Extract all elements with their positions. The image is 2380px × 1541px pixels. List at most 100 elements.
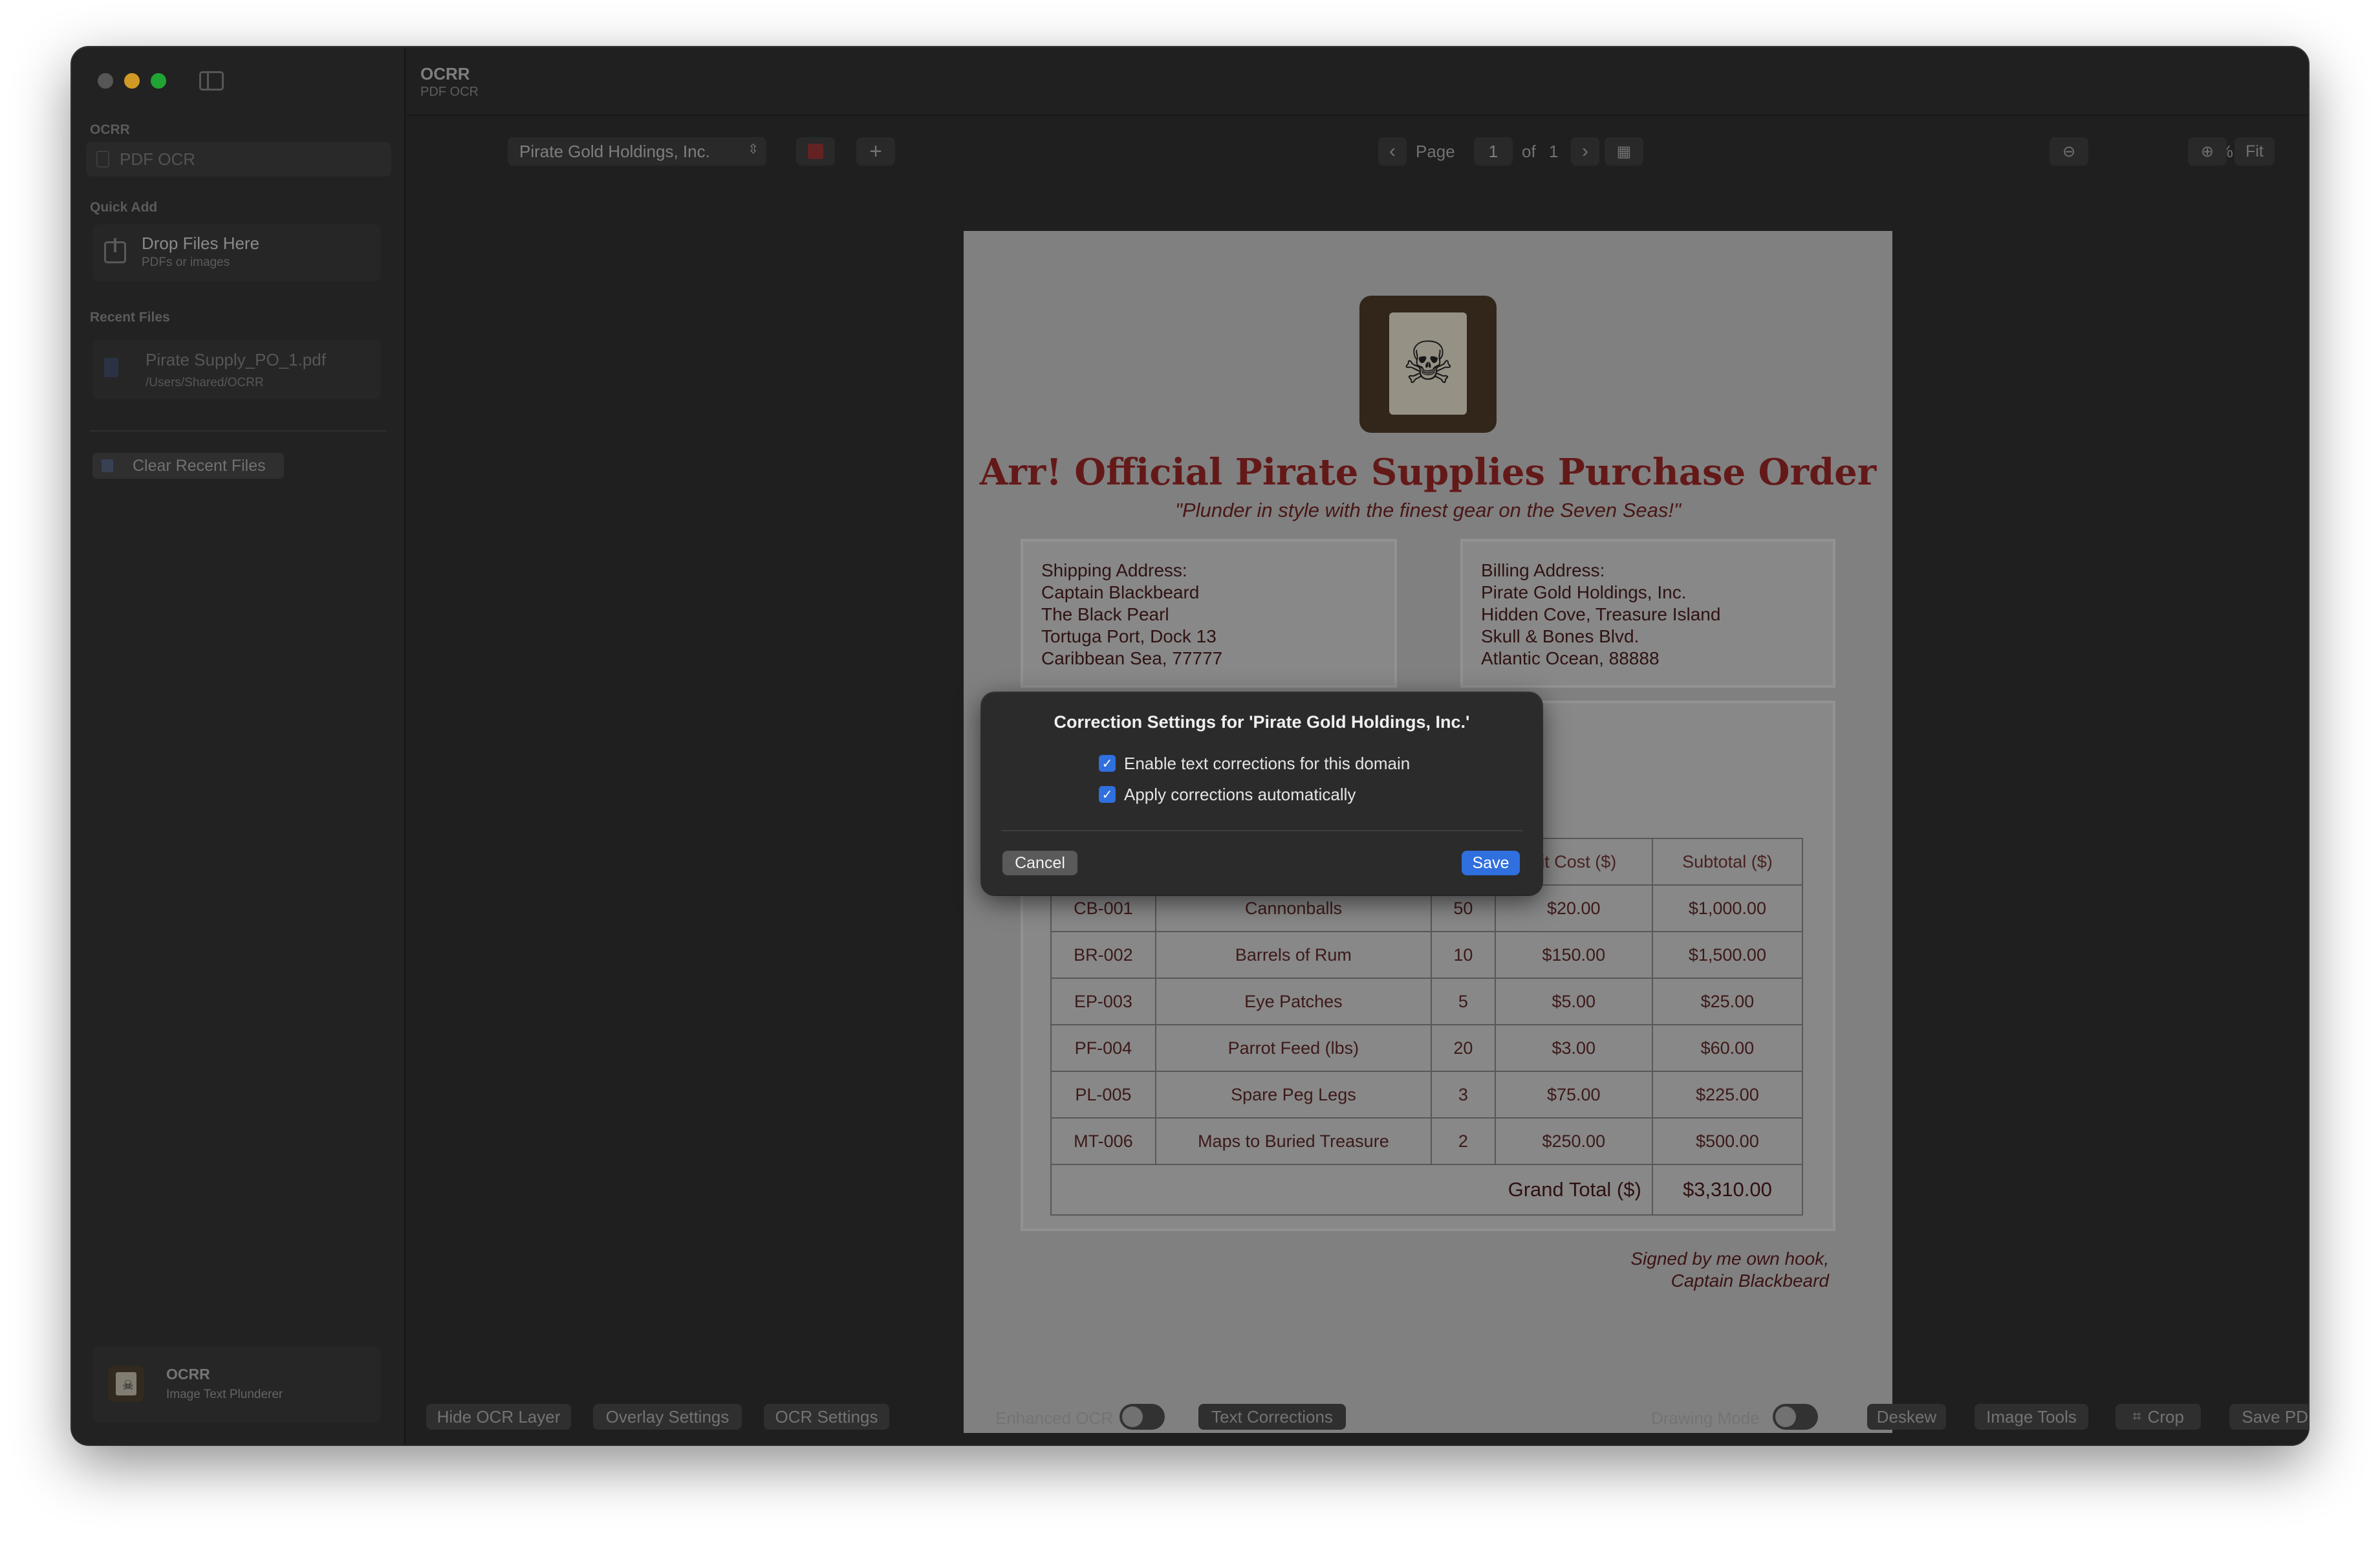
item-unit-cost: $250.00	[1494, 1117, 1653, 1165]
billing-line: Pirate Gold Holdings, Inc.	[1481, 582, 1687, 602]
drop-zone[interactable]: Drop Files Here PDFs or images	[92, 224, 381, 281]
add-domain-button[interactable]: +	[856, 137, 895, 166]
app-logo-icon: ☠	[108, 1366, 144, 1402]
text-corrections-button[interactable]: Text Corrections	[1198, 1404, 1346, 1430]
item-description: Parrot Feed (lbs)	[1154, 1024, 1433, 1072]
page-total: 1	[1549, 142, 1559, 161]
zoom-in-button[interactable]: ⊕	[2188, 137, 2227, 166]
apply-automatically-label: Apply corrections automatically	[1124, 785, 1356, 804]
checkmark-icon: ✓	[1101, 787, 1113, 802]
item-unit-cost: $150.00	[1494, 931, 1653, 979]
enable-corrections-checkbox[interactable]: ✓	[1099, 755, 1116, 772]
item-code: BR-002	[1050, 931, 1156, 979]
page-number-input[interactable]: 1	[1474, 137, 1513, 166]
grand-total-row: Grand Total ($) $3,310.00	[1050, 1164, 1804, 1216]
billing-line: Atlantic Ocean, 88888	[1481, 648, 1660, 668]
dialog-divider	[1001, 830, 1522, 831]
enhanced-ocr-toggle[interactable]	[1120, 1404, 1165, 1430]
cancel-button[interactable]: Cancel	[1002, 851, 1077, 875]
of-label: of	[1522, 142, 1536, 161]
zoom-in-icon: ⊕	[2200, 142, 2214, 160]
item-subtotal: $225.00	[1651, 1071, 1804, 1119]
document-title: Arr! Official Pirate Supplies Purchase O…	[979, 451, 1877, 494]
item-description: Maps to Buried Treasure	[1154, 1117, 1433, 1165]
footer-title: OCRR	[166, 1366, 210, 1383]
table-row: EP-003 Eye Patches 5 $5.00 $25.00	[1050, 978, 1804, 1025]
sidebar: OCRR PDF OCR Quick Add Drop Files Here P…	[72, 47, 406, 1445]
signature-line: Captain Blackbeard	[1671, 1271, 1829, 1291]
minimize-window-button[interactable]	[124, 73, 140, 89]
crop-icon: ⌗	[2132, 1408, 2141, 1425]
domain-select[interactable]: Pirate Gold Holdings, Inc. ⇳	[508, 137, 766, 166]
document-tagline: "Plunder in style with the finest gear o…	[1175, 499, 1681, 521]
previous-page-button[interactable]: ‹	[1378, 137, 1407, 166]
thumbnail-grid-button[interactable]: ▦	[1605, 137, 1643, 166]
signature: Signed by me own hook, Captain Blackbear…	[1630, 1248, 1829, 1292]
shipping-line: Caribbean Sea, 77777	[1041, 648, 1223, 668]
clear-recent-files-button[interactable]: Clear Recent Files	[92, 453, 284, 479]
drop-title: Drop Files Here	[142, 234, 260, 253]
chevron-left-icon: ‹	[1389, 140, 1396, 162]
chevron-updown-icon: ⇳	[748, 142, 759, 157]
deskew-button[interactable]: Deskew	[1867, 1404, 1946, 1430]
item-code: PL-005	[1050, 1071, 1156, 1119]
correction-settings-dialog: Correction Settings for 'Pirate Gold Hol…	[982, 693, 1542, 895]
next-page-button[interactable]: ›	[1571, 137, 1599, 166]
table-row: PF-004 Parrot Feed (lbs) 20 $3.00 $60.00	[1050, 1024, 1804, 1072]
app-subtitle: PDF OCR	[420, 85, 479, 99]
item-code: MT-006	[1050, 1117, 1156, 1165]
fit-button[interactable]: Fit	[2234, 137, 2275, 166]
section-label-recent: Recent Files	[90, 310, 170, 325]
grand-total-value: $3,310.00	[1651, 1164, 1804, 1216]
item-quantity: 20	[1431, 1024, 1496, 1072]
item-description: Eye Patches	[1154, 978, 1433, 1025]
item-quantity: 3	[1431, 1071, 1496, 1119]
crop-button[interactable]: ⌗ Crop	[2115, 1404, 2201, 1430]
chevron-right-icon: ›	[1582, 140, 1588, 162]
billing-address: Billing Address: Pirate Gold Holdings, I…	[1481, 560, 1720, 670]
item-quantity: 5	[1431, 978, 1496, 1025]
item-quantity: 10	[1431, 931, 1496, 979]
billing-address-box: Billing Address: Pirate Gold Holdings, I…	[1460, 539, 1835, 688]
item-subtotal: $25.00	[1651, 978, 1804, 1025]
dialog-title: Correction Settings for 'Pirate Gold Hol…	[1054, 712, 1470, 732]
recent-file-item[interactable]: Pirate Supply_PO_1.pdf /Users/Shared/OCR…	[92, 340, 381, 399]
delete-icon	[808, 144, 823, 159]
table-row: PL-005 Spare Peg Legs 3 $75.00 $225.00	[1050, 1071, 1804, 1119]
close-window-button[interactable]	[98, 73, 113, 89]
trash-icon	[102, 459, 113, 472]
delete-domain-button[interactable]	[796, 137, 835, 166]
domain-select-value: Pirate Gold Holdings, Inc.	[519, 141, 710, 161]
checkmark-icon: ✓	[1101, 756, 1113, 771]
shipping-line: Tortuga Port, Dock 13	[1041, 626, 1217, 646]
app-title: OCRR	[420, 64, 470, 83]
apply-automatically-checkbox[interactable]: ✓	[1099, 786, 1116, 803]
app-window: OCRR PDF OCR Quick Add Drop Files Here P…	[72, 47, 2308, 1445]
maximize-window-button[interactable]	[151, 73, 166, 89]
image-tools-button[interactable]: Image Tools	[1974, 1404, 2088, 1430]
item-subtotal: $1,000.00	[1651, 884, 1804, 932]
save-button[interactable]: Save	[1462, 851, 1520, 875]
page-label: Page	[1416, 142, 1455, 161]
item-description: Spare Peg Legs	[1154, 1071, 1433, 1119]
item-unit-cost: $75.00	[1494, 1071, 1653, 1119]
billing-line: Hidden Cove, Treasure Island	[1481, 604, 1721, 624]
overlay-settings-button[interactable]: Overlay Settings	[593, 1404, 742, 1430]
pdf-file-icon	[104, 358, 118, 377]
section-label-quick-add: Quick Add	[90, 200, 158, 215]
save-pdf-button[interactable]: Save PDF...	[2229, 1404, 2308, 1430]
drawing-mode-toggle[interactable]	[1773, 1404, 1818, 1430]
shipping-line: Captain Blackbeard	[1041, 582, 1200, 602]
sidebar-toggle-icon[interactable]	[199, 71, 224, 91]
sidebar-item-pdf-ocr[interactable]: PDF OCR	[86, 142, 391, 177]
ocr-settings-button[interactable]: OCR Settings	[764, 1404, 889, 1430]
signature-line: Signed by me own hook,	[1630, 1249, 1829, 1269]
zoom-out-button[interactable]: ⊖	[2050, 137, 2088, 166]
item-subtotal: $1,500.00	[1651, 931, 1804, 979]
shipping-address-box: Shipping Address: Captain Blackbeard The…	[1021, 539, 1397, 688]
item-code: EP-003	[1050, 978, 1156, 1025]
hide-ocr-layer-button[interactable]: Hide OCR Layer	[426, 1404, 571, 1430]
item-unit-cost: $3.00	[1494, 1024, 1653, 1072]
item-unit-cost: $5.00	[1494, 978, 1653, 1025]
recent-file-path: /Users/Shared/OCRR	[146, 376, 264, 389]
